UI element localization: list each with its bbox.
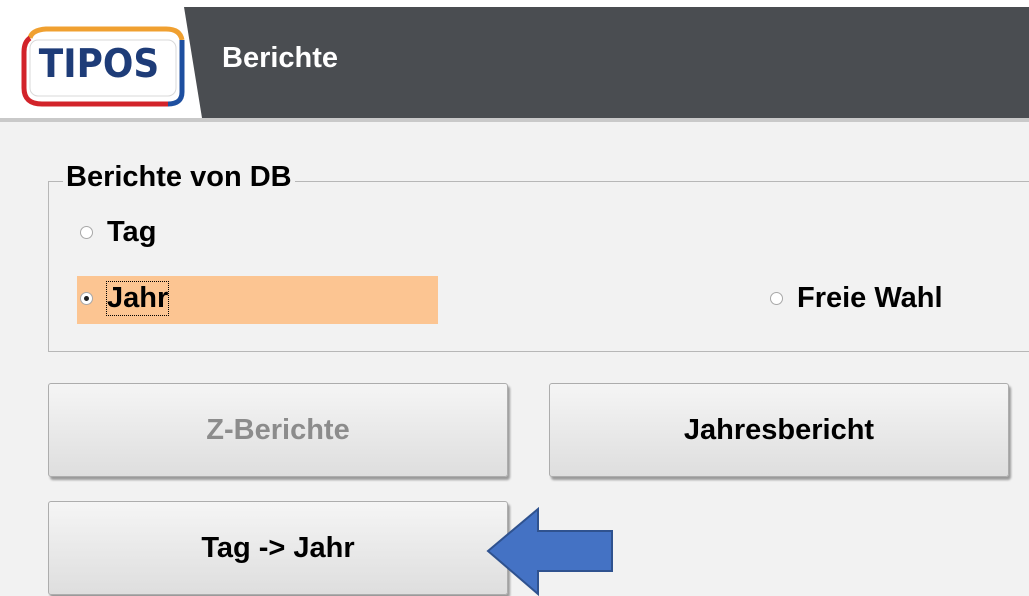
- z-berichte-button[interactable]: Z-Berichte: [48, 383, 508, 477]
- radio-label-jahr: Jahr: [105, 281, 170, 316]
- radio-unchecked-icon[interactable]: [80, 226, 93, 239]
- top-strip: [0, 0, 1029, 7]
- radio-option-tag[interactable]: Tag: [80, 216, 156, 249]
- annotation-arrow-icon: [486, 507, 613, 596]
- radio-checked-icon[interactable]: [80, 292, 93, 305]
- report-source-group: [48, 181, 1029, 352]
- radio-option-jahr[interactable]: Jahr: [80, 281, 170, 316]
- radio-option-freie-wahl[interactable]: Freie Wahl: [770, 282, 943, 315]
- jahresbericht-button[interactable]: Jahresbericht: [549, 383, 1009, 477]
- logo-tab: TIPOS: [0, 7, 202, 118]
- logo-text: TIPOS: [38, 42, 160, 87]
- radio-unchecked-icon[interactable]: [770, 292, 783, 305]
- berichte-window: TIPOS Berichte Berichte von DB Tag Jahr …: [0, 0, 1029, 596]
- radio-label-tag: Tag: [107, 216, 157, 248]
- tipos-logo: TIPOS: [16, 26, 191, 110]
- page-title: Berichte: [222, 42, 339, 74]
- header-shadow: [0, 118, 1029, 122]
- radio-label-freie-wahl: Freie Wahl: [797, 282, 943, 314]
- tag-jahr-button[interactable]: Tag -> Jahr: [48, 501, 508, 595]
- group-legend: Berichte von DB: [63, 161, 295, 194]
